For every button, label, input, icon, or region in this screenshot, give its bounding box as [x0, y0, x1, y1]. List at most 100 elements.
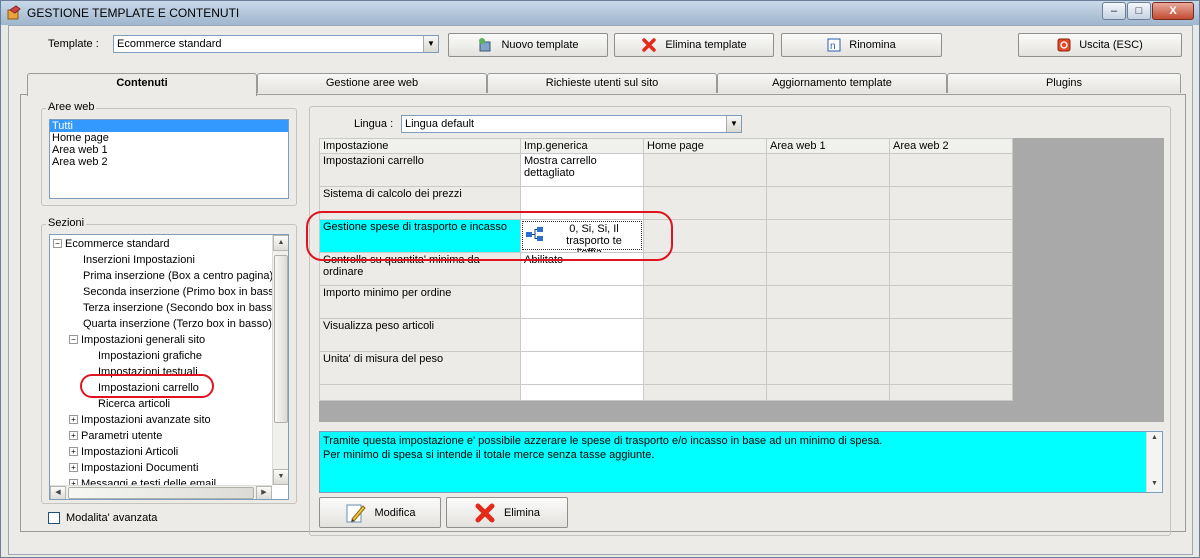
- setting-name-cell[interactable]: Unita' di misura del peso: [319, 351, 521, 385]
- tree-node-prima-inserzione[interactable]: Prima inserzione (Box a centro pagina): [83, 268, 273, 284]
- setting-value-cell[interactable]: 0, Si, Si, Il trasporto te l'offia...: [520, 219, 644, 253]
- table-row[interactable]: [319, 384, 1013, 401]
- column-header-area-web-2[interactable]: Area web 2: [889, 138, 1013, 154]
- scroll-down-icon[interactable]: ▼: [1147, 478, 1162, 492]
- area-web-2-cell[interactable]: [889, 252, 1013, 286]
- collapse-icon[interactable]: −: [69, 334, 78, 344]
- aree-web-list[interactable]: Tutti Home page Area web 1 Area web 2: [49, 119, 289, 199]
- area-web-1-cell[interactable]: [766, 153, 890, 187]
- scroll-right-icon[interactable]: ▶: [256, 486, 272, 499]
- scroll-thumb-h[interactable]: [68, 487, 254, 499]
- tree-node-terza-inserzione[interactable]: Terza inserzione (Secondo box in basso): [83, 300, 282, 316]
- column-header-impostazione[interactable]: Impostazione: [319, 138, 521, 154]
- tree-node-ricerca-articoli[interactable]: Ricerca articoli: [98, 396, 170, 412]
- tree-node-impostazioni-testuali[interactable]: Impostazioni testuali: [98, 364, 198, 380]
- maximize-button[interactable]: □: [1127, 2, 1151, 20]
- area-web-1-cell[interactable]: [766, 252, 890, 286]
- sezioni-tree[interactable]: − Ecommerce standard Inserzioni Impostazi…: [49, 234, 289, 500]
- chevron-down-icon[interactable]: ▼: [726, 116, 741, 132]
- modify-button[interactable]: Modifica: [319, 497, 441, 528]
- tree-node-seconda-inserzione[interactable]: Seconda inserzione (Primo box in basso): [83, 284, 284, 300]
- table-row[interactable]: Importo minimo per ordine: [319, 285, 1013, 319]
- table-row[interactable]: Controllo su quantita' minima da ordinar…: [319, 252, 1013, 286]
- home-page-cell[interactable]: [643, 252, 767, 286]
- exit-button[interactable]: Uscita (ESC): [1018, 33, 1182, 57]
- setting-value-cell[interactable]: [520, 384, 644, 401]
- chevron-down-icon[interactable]: ▼: [423, 36, 438, 52]
- setting-value-cell[interactable]: [520, 285, 644, 319]
- list-item-tutti[interactable]: Tutti: [50, 120, 288, 132]
- home-page-cell[interactable]: [643, 285, 767, 319]
- area-web-2-cell[interactable]: [889, 318, 1013, 352]
- expand-icon[interactable]: +: [69, 430, 78, 440]
- tree-node-impostazioni-carrello[interactable]: Impostazioni carrello: [98, 380, 199, 396]
- advanced-mode-checkbox[interactable]: [48, 512, 60, 524]
- tree-node-impostazioni-generali-sito[interactable]: − Impostazioni generali sito: [69, 332, 205, 348]
- tree-node-impostazioni-articoli[interactable]: + Impostazioni Articoli: [69, 444, 178, 460]
- delete-button[interactable]: Elimina: [446, 497, 568, 528]
- setting-name-cell[interactable]: Impostazioni carrello: [319, 153, 521, 187]
- setting-value-cell[interactable]: [520, 318, 644, 352]
- list-item-area-web-1[interactable]: Area web 1: [50, 144, 288, 156]
- tree-node-parametri-utente[interactable]: + Parametri utente: [69, 428, 162, 444]
- setting-value-cell[interactable]: [520, 351, 644, 385]
- area-web-2-cell[interactable]: [889, 186, 1013, 220]
- scroll-up-icon[interactable]: ▲: [1147, 432, 1162, 446]
- tree-vertical-scrollbar[interactable]: ▲ ▼: [272, 235, 288, 485]
- area-web-2-cell[interactable]: [889, 285, 1013, 319]
- tab-richieste-utenti[interactable]: Richieste utenti sul sito: [487, 73, 717, 93]
- table-row[interactable]: Visualizza peso articoli: [319, 318, 1013, 352]
- area-web-2-cell[interactable]: [889, 153, 1013, 187]
- table-row[interactable]: Unita' di misura del peso: [319, 351, 1013, 385]
- tab-plugins[interactable]: Plugins: [947, 73, 1181, 93]
- area-web-1-cell[interactable]: [766, 351, 890, 385]
- scroll-down-icon[interactable]: ▼: [273, 469, 288, 485]
- new-template-button[interactable]: Nuovo template: [448, 33, 608, 57]
- home-page-cell[interactable]: [643, 153, 767, 187]
- area-web-1-cell[interactable]: [766, 384, 890, 401]
- setting-value-cell[interactable]: Abilitato: [520, 252, 644, 286]
- column-header-area-web-1[interactable]: Area web 1: [766, 138, 890, 154]
- collapse-icon[interactable]: −: [53, 238, 62, 248]
- tree-horizontal-scrollbar[interactable]: ◀ ▶: [50, 485, 272, 499]
- table-row-selected[interactable]: Gestione spese di trasporto e incasso 0,…: [319, 219, 1013, 253]
- lingua-select[interactable]: Lingua default ▼: [401, 115, 742, 133]
- setting-name-cell[interactable]: Sistema di calcolo dei prezzi: [319, 186, 521, 220]
- minimize-button[interactable]: –: [1102, 2, 1126, 20]
- setting-name-cell[interactable]: Controllo su quantita' minima da ordinar…: [319, 252, 521, 286]
- home-page-cell[interactable]: [643, 384, 767, 401]
- setting-name-cell[interactable]: [319, 384, 521, 401]
- close-button[interactable]: X: [1152, 2, 1194, 20]
- expand-icon[interactable]: +: [69, 462, 78, 472]
- tree-node-impostazioni-avanzate-sito[interactable]: + Impostazioni avanzate sito: [69, 412, 211, 428]
- table-row[interactable]: Impostazioni carrello Mostra carrello de…: [319, 153, 1013, 187]
- home-page-cell[interactable]: [643, 186, 767, 220]
- area-web-2-cell[interactable]: [889, 351, 1013, 385]
- scroll-left-icon[interactable]: ◀: [50, 486, 66, 499]
- settings-grid[interactable]: Impostazione Imp.generica Home page Area…: [319, 138, 1164, 422]
- tree-node-impostazioni-documenti[interactable]: + Impostazioni Documenti: [69, 460, 198, 476]
- area-web-1-cell[interactable]: [766, 186, 890, 220]
- home-page-cell[interactable]: [643, 351, 767, 385]
- description-scrollbar[interactable]: ▲ ▼: [1146, 432, 1162, 492]
- tree-node-quarta-inserzione[interactable]: Quarta inserzione (Terzo box in basso): [83, 316, 272, 332]
- setting-name-cell[interactable]: Importo minimo per ordine: [319, 285, 521, 319]
- setting-name-cell[interactable]: Visualizza peso articoli: [319, 318, 521, 352]
- expand-icon[interactable]: +: [69, 446, 78, 456]
- tree-node-inserzioni-impostazioni[interactable]: Inserzioni Impostazioni: [83, 252, 195, 268]
- tab-contenuti[interactable]: Contenuti: [27, 73, 257, 96]
- rename-button[interactable]: n Rinomina: [781, 33, 942, 57]
- area-web-1-cell[interactable]: [766, 219, 890, 253]
- tree-node-impostazioni-grafiche[interactable]: Impostazioni grafiche: [98, 348, 202, 364]
- home-page-cell[interactable]: [643, 219, 767, 253]
- column-header-imp-generica[interactable]: Imp.generica: [520, 138, 644, 154]
- setting-value-cell[interactable]: Mostra carrello dettagliato: [520, 153, 644, 187]
- area-web-1-cell[interactable]: [766, 285, 890, 319]
- expand-icon[interactable]: +: [69, 414, 78, 424]
- area-web-1-cell[interactable]: [766, 318, 890, 352]
- area-web-2-cell[interactable]: [889, 384, 1013, 401]
- column-header-home-page[interactable]: Home page: [643, 138, 767, 154]
- list-item-home-page[interactable]: Home page: [50, 132, 288, 144]
- setting-value-cell[interactable]: [520, 186, 644, 220]
- list-item-area-web-2[interactable]: Area web 2: [50, 156, 288, 168]
